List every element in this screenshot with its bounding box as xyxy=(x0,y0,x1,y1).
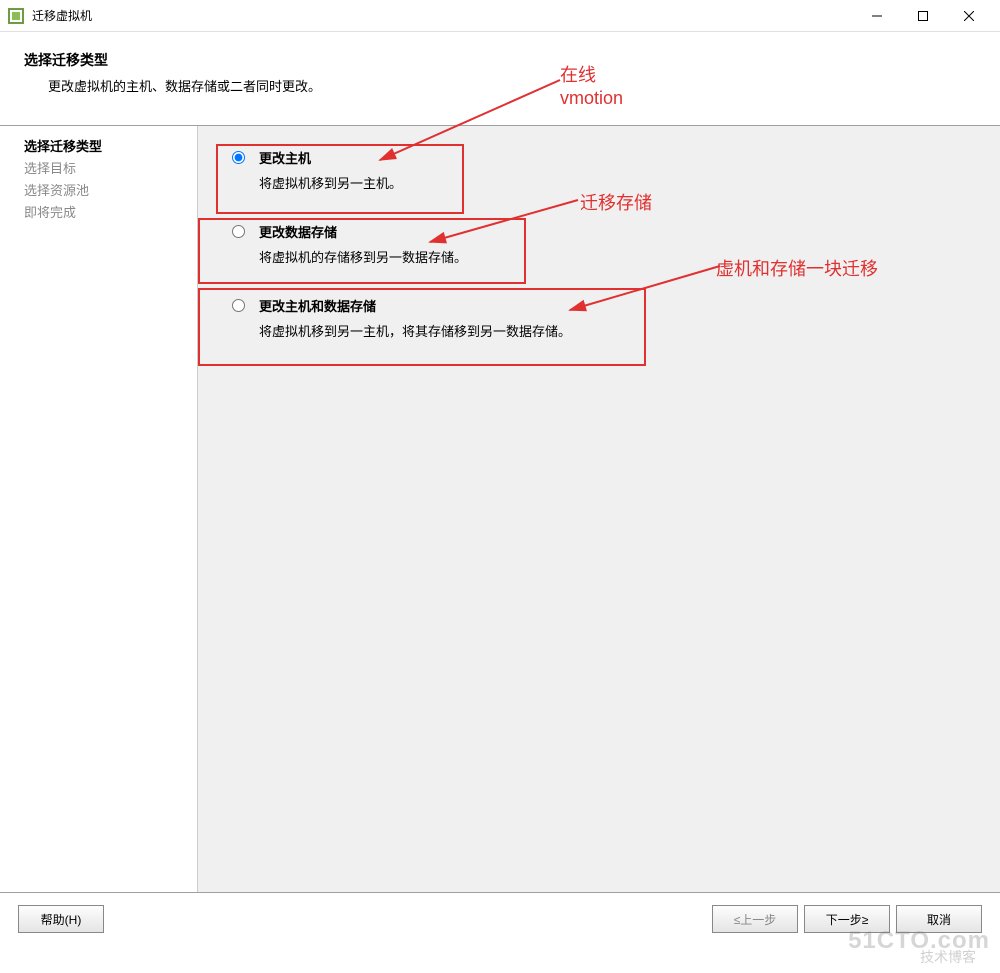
titlebar: 迁移虚拟机 xyxy=(0,0,1000,32)
wizard-header: 选择迁移类型 更改虚拟机的主机、数据存储或二者同时更改。 xyxy=(0,32,1000,125)
sidebar-item-resource-pool: 选择资源池 xyxy=(24,180,189,202)
radio-change-host-and-datastore[interactable] xyxy=(232,299,245,312)
option-desc: 将虚拟机移到另一主机。 xyxy=(259,173,402,192)
page-description: 更改虚拟机的主机、数据存储或二者同时更改。 xyxy=(24,76,976,95)
option-change-datastore[interactable]: 更改数据存储 将虚拟机的存储移到另一数据存储。 xyxy=(218,212,980,280)
radio-change-datastore[interactable] xyxy=(232,225,245,238)
option-change-host[interactable]: 更改主机 将虚拟机移到另一主机。 xyxy=(218,138,980,206)
watermark-sub: 技术博客 xyxy=(920,947,976,967)
sidebar-item-ready-complete: 即将完成 xyxy=(24,202,189,224)
wizard-footer: 帮助(H) ≤上一步 下一步≥ 取消 xyxy=(0,893,1000,945)
radio-change-host[interactable] xyxy=(232,151,245,164)
main-panel: 更改主机 将虚拟机移到另一主机。 更改数据存储 将虚拟机的存储移到另一数据存储。… xyxy=(198,126,1000,892)
page-title: 选择迁移类型 xyxy=(24,50,976,70)
window-controls xyxy=(854,0,992,32)
sidebar-item-migration-type[interactable]: 选择迁移类型 xyxy=(24,136,189,158)
wizard-steps-sidebar: 选择迁移类型 选择目标 选择资源池 即将完成 xyxy=(0,126,198,892)
cancel-button[interactable]: 取消 xyxy=(896,905,982,933)
maximize-button[interactable] xyxy=(900,0,946,32)
sidebar-item-select-target: 选择目标 xyxy=(24,158,189,180)
help-button[interactable]: 帮助(H) xyxy=(18,905,104,933)
content-area: 选择迁移类型 选择目标 选择资源池 即将完成 更改主机 将虚拟机移到另一主机。 … xyxy=(0,125,1000,893)
app-icon xyxy=(8,8,24,24)
option-title: 更改数据存储 xyxy=(259,222,467,241)
option-desc: 将虚拟机移到另一主机，将其存储移到另一数据存储。 xyxy=(259,321,571,340)
prev-button[interactable]: ≤上一步 xyxy=(712,905,798,933)
window-title: 迁移虚拟机 xyxy=(32,7,854,24)
close-button[interactable] xyxy=(946,0,992,32)
minimize-button[interactable] xyxy=(854,0,900,32)
option-change-host-and-datastore[interactable]: 更改主机和数据存储 将虚拟机移到另一主机，将其存储移到另一数据存储。 xyxy=(218,286,980,354)
option-title: 更改主机 xyxy=(259,148,402,167)
option-title: 更改主机和数据存储 xyxy=(259,296,571,315)
option-desc: 将虚拟机的存储移到另一数据存储。 xyxy=(259,247,467,266)
next-button[interactable]: 下一步≥ xyxy=(804,905,890,933)
